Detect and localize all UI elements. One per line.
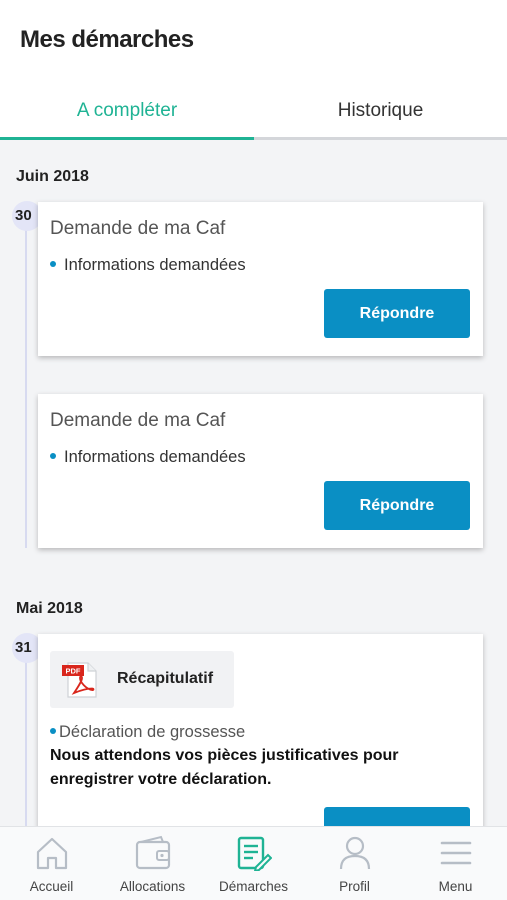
timeline-line	[25, 222, 27, 548]
repondre-button[interactable]: Répondre	[324, 481, 470, 530]
home-icon	[36, 837, 68, 870]
tab-bar: A compléter Historique	[0, 84, 507, 140]
pdf-icon: PDF	[62, 662, 97, 698]
card-message: Nous attendons vos pièces justificatives…	[50, 747, 399, 788]
nav-menu[interactable]: Menu	[405, 827, 506, 900]
demarche-card: Demande de ma Caf Informations demandées…	[38, 202, 483, 356]
svg-text:PDF: PDF	[66, 667, 81, 676]
card-item: Informations demandées	[50, 256, 246, 275]
month-heading-juin: Juin 2018	[16, 168, 89, 185]
user-icon	[339, 836, 371, 870]
hamburger-menu-icon	[440, 841, 472, 865]
nav-accueil[interactable]: Accueil	[1, 827, 102, 900]
document-edit-icon	[237, 836, 272, 871]
demarche-card: Demande de ma Caf Informations demandées…	[38, 394, 483, 548]
nav-label: Profil	[339, 879, 370, 894]
nav-label: Allocations	[119, 879, 186, 894]
tab-a-completer[interactable]: A compléter	[0, 84, 254, 140]
nav-demarches[interactable]: Démarches	[203, 827, 304, 900]
demarche-card: PDF Récapitulatif Déclaration de grosses…	[38, 634, 483, 856]
card-item: Informations demandées	[50, 448, 246, 467]
month-heading-mai: Mai 2018	[16, 600, 83, 617]
card-item: Déclaration de grossesse	[50, 723, 245, 742]
bottom-nav: Accueil Allocations Démarches Profil Men…	[0, 826, 507, 900]
card-title: Demande de ma Caf	[50, 218, 226, 239]
nav-label: Accueil	[29, 879, 74, 894]
nav-label: Démarches	[218, 879, 289, 894]
repondre-button[interactable]: Répondre	[324, 289, 470, 338]
card-item-label: Informations demandées	[64, 448, 246, 466]
bullet-dot	[50, 727, 56, 734]
tab-active-indicator	[0, 137, 254, 140]
card-title: Demande de ma Caf	[50, 410, 226, 431]
bullet-dot	[50, 452, 56, 459]
nav-allocations[interactable]: Allocations	[102, 827, 203, 900]
tab-divider	[254, 137, 507, 140]
page-title: Mes démarches	[20, 26, 194, 53]
app-header: Mes démarches A compléter Historique	[0, 0, 507, 140]
nav-label: Menu	[438, 879, 473, 894]
attachment-label: Récapitulatif	[117, 670, 214, 687]
bullet-dot	[50, 260, 56, 267]
tab-historique[interactable]: Historique	[254, 84, 507, 140]
card-item-label: Informations demandées	[64, 256, 246, 274]
timeline-line	[25, 654, 27, 826]
card-item-label: Déclaration de grossesse	[59, 723, 246, 741]
recapitulatif-attachment[interactable]: PDF Récapitulatif	[50, 651, 234, 708]
nav-profil[interactable]: Profil	[304, 827, 405, 900]
wallet-icon	[135, 835, 171, 870]
